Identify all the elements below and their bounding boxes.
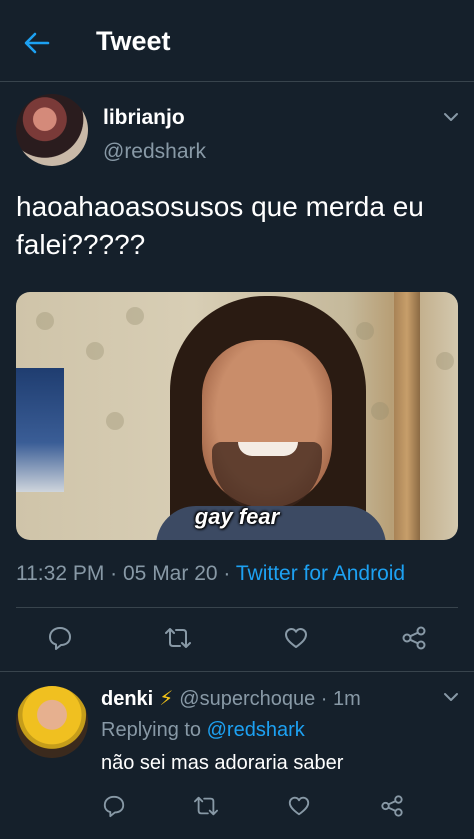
arrow-left-icon (24, 32, 50, 54)
chevron-down-icon (444, 693, 458, 701)
tweet-options-button[interactable] (440, 106, 462, 128)
wallpaper-pattern (126, 307, 144, 325)
replying-prefix: Replying to (101, 719, 202, 741)
wallpaper-pattern (356, 322, 374, 340)
meta-separator: · (217, 562, 236, 585)
tweet-meta: 11:32 PM · 05 Mar 20 · Twitter for Andro… (16, 562, 405, 586)
author-handle[interactable]: @redshark (103, 140, 206, 164)
reply-text: não sei mas adoraria saber (101, 752, 344, 774)
meta-separator: · (104, 562, 123, 585)
reply-options-button[interactable] (440, 686, 462, 708)
divider (16, 607, 458, 608)
author-name[interactable]: librianjo (103, 106, 185, 130)
reply-icon (49, 627, 71, 650)
wallpaper-pattern (371, 402, 389, 420)
door-frame (394, 292, 420, 540)
tweet-time: 11:32 PM (16, 562, 105, 585)
reply-button[interactable] (44, 622, 76, 654)
reply-header: denki ⚡ @superchoque · 1m (101, 686, 361, 711)
wallpaper-pattern (86, 342, 104, 360)
replying-to: Replying to @redshark (101, 719, 305, 742)
chevron-down-icon (444, 113, 458, 121)
share-icon (402, 626, 426, 650)
retweet-icon (194, 796, 219, 816)
lightning-icon: ⚡ (159, 688, 174, 710)
wallpaper-pattern (106, 412, 124, 430)
share-icon (381, 795, 403, 817)
tweet-source[interactable]: Twitter for Android (236, 562, 405, 585)
replying-mention[interactable]: @redshark (207, 719, 305, 741)
reply-button[interactable] (98, 790, 130, 822)
like-button[interactable] (280, 622, 312, 654)
page-title: Tweet (96, 26, 171, 56)
media-caption: gay fear (194, 504, 280, 529)
top-bar: Tweet (0, 0, 474, 82)
tweet-text: haoahaoasosusos que merda eu falei????? (16, 191, 424, 260)
meta-separator: · (315, 688, 334, 710)
retweet-button[interactable] (162, 622, 194, 654)
avatar[interactable] (16, 94, 88, 166)
retweet-icon (165, 628, 191, 648)
tweet-actions (0, 622, 474, 662)
reply-age: 1m (333, 688, 361, 710)
share-button[interactable] (376, 790, 408, 822)
retweet-button[interactable] (190, 790, 222, 822)
reply-actions (0, 790, 474, 830)
tweet-media[interactable]: gay fear (16, 292, 458, 540)
wall-poster (16, 368, 64, 492)
share-button[interactable] (398, 622, 430, 654)
reply-author-handle[interactable]: @superchoque (179, 688, 315, 710)
person-smile (238, 442, 298, 456)
like-icon (285, 628, 307, 648)
back-button[interactable] (22, 28, 52, 58)
reply-tweet[interactable]: denki ⚡ @superchoque · 1m Replying to @red… (0, 672, 474, 839)
avatar[interactable] (16, 686, 88, 758)
like-icon (288, 796, 310, 816)
reply-author-name[interactable]: denki (101, 688, 153, 710)
reply-icon (103, 795, 125, 818)
wallpaper-pattern (436, 352, 454, 370)
tweet-date: 05 Mar 20 (123, 562, 218, 585)
wallpaper-pattern (36, 312, 54, 330)
like-button[interactable] (283, 790, 315, 822)
